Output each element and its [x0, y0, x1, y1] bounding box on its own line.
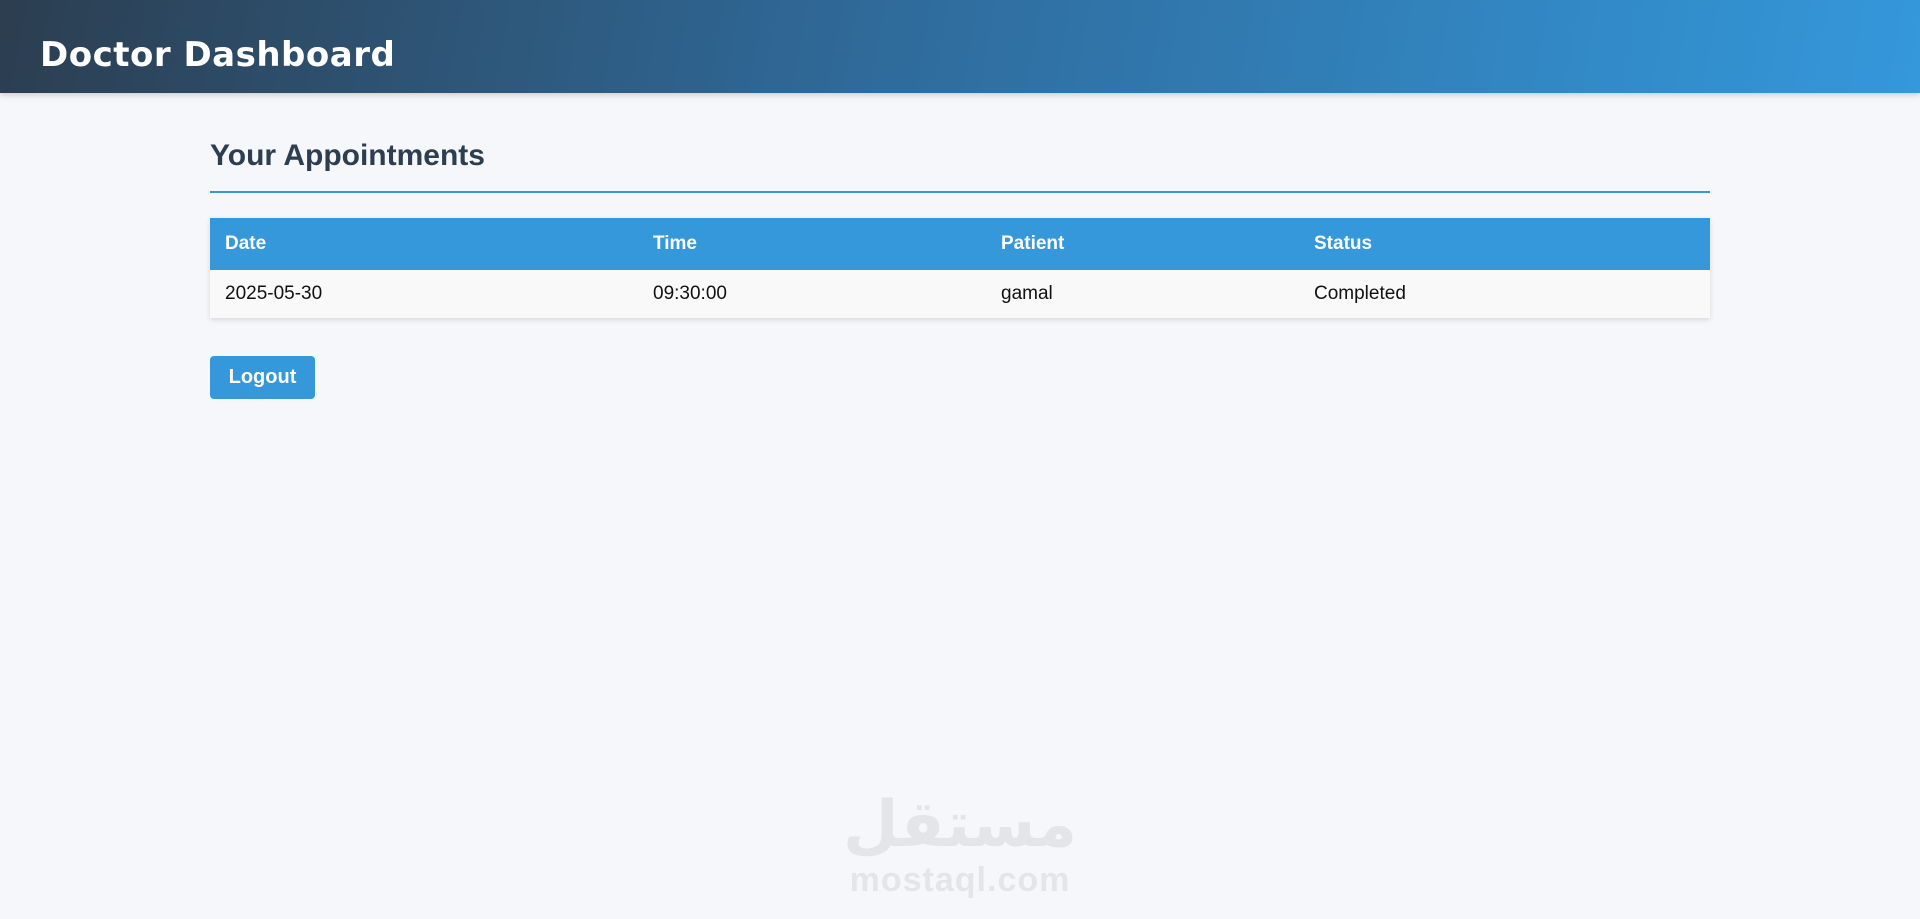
watermark-arabic-logo: مستقل	[842, 788, 1078, 862]
mostaql-watermark: مستقل mostaql.com	[840, 790, 1080, 905]
cell-status: Completed	[1299, 270, 1710, 318]
table-header-row: Date Time Patient Status	[210, 218, 1710, 270]
column-header-date: Date	[225, 233, 267, 254]
logout-button[interactable]: Logout	[210, 356, 315, 399]
appointments-table-container: Date Time Patient Status 2025-05-30 09:3…	[210, 218, 1710, 318]
app-title: Doctor Dashboard	[40, 0, 395, 93]
cell-patient: gamal	[986, 270, 1299, 318]
cell-date: 2025-05-30	[210, 270, 638, 318]
cell-time: 09:30:00	[638, 270, 986, 318]
top-header-bar: Doctor Dashboard	[0, 0, 1920, 93]
table-body: 2025-05-30 09:30:00 gamal Completed	[210, 270, 1710, 318]
column-header-time: Time	[653, 233, 698, 254]
column-header-status: Status	[1314, 233, 1373, 254]
watermark-latin-text: mostaql.com	[849, 861, 1071, 899]
main-content: Your Appointments Date Time Patient Stat…	[210, 93, 1710, 399]
table-header: Date Time Patient Status	[210, 218, 1710, 270]
column-header-patient: Patient	[1001, 233, 1065, 254]
table-row: 2025-05-30 09:30:00 gamal Completed	[210, 270, 1710, 318]
section-title: Your Appointments	[210, 93, 1710, 193]
appointments-table: Date Time Patient Status 2025-05-30 09:3…	[210, 218, 1710, 318]
